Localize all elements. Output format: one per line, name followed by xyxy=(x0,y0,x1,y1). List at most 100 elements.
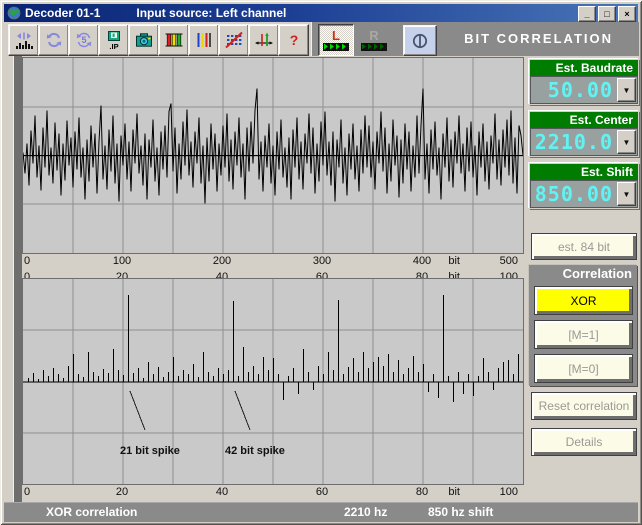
est-baudrate-panel: Est. Baudrate 50.00 ▼ xyxy=(529,59,639,105)
correlation-panel: Correlation XOR [M=1] [M=0] xyxy=(529,265,637,386)
m0-button[interactable]: [M=0] xyxy=(534,354,633,383)
minimize-button[interactable]: _ xyxy=(578,6,596,22)
axis-tick: 60 xyxy=(316,486,328,498)
spike-annotation: 21 bit spike xyxy=(120,445,180,457)
status-shift: 850 hz shift xyxy=(428,505,493,519)
help-icon: ? xyxy=(284,30,304,50)
left-channel-label: L xyxy=(332,30,340,42)
status-center-freq: 2210 hz xyxy=(344,505,387,519)
right-channel-button[interactable]: R xyxy=(356,24,392,56)
axis-tick: 100 xyxy=(500,486,518,498)
axis-unit-label: bit xyxy=(448,271,460,278)
status-mode: XOR correlation xyxy=(46,505,137,519)
svg-text:?: ? xyxy=(289,32,298,48)
details-button[interactable]: Details xyxy=(531,428,637,456)
right-channel-icon xyxy=(361,43,387,51)
chevron-down-icon[interactable]: ▼ xyxy=(617,182,636,206)
phase-circle-icon xyxy=(410,31,430,51)
svg-text:5: 5 xyxy=(81,35,86,45)
close-button[interactable]: × xyxy=(618,6,636,22)
axis-tick: 20 xyxy=(116,486,128,498)
camera-icon xyxy=(134,30,154,50)
axis-tick: 40 xyxy=(216,486,228,498)
spike-annotation: 42 bit spike xyxy=(225,445,285,457)
axis-unit-label: bit xyxy=(448,486,460,498)
est-shift-label: Est. Shift xyxy=(530,164,638,180)
toolbar-refresh-button[interactable] xyxy=(38,24,69,56)
window-title: Decoder 01-1 xyxy=(25,6,100,20)
toolbar: 5 .IP xyxy=(4,22,638,56)
chart-line xyxy=(235,391,250,430)
spectral-lines-icon xyxy=(194,30,214,50)
chart-panel-edge xyxy=(13,56,22,502)
axis-tick: 100 xyxy=(113,255,131,267)
est-center-combo[interactable]: 2210.0 ▼ xyxy=(530,128,638,156)
spectrum-icon xyxy=(14,30,34,50)
axis-unit-label: bit xyxy=(448,255,460,267)
toolbar-help-button[interactable]: ? xyxy=(278,24,309,56)
est-center-panel: Est. Center 2210.0 ▼ xyxy=(529,111,639,157)
axis-tick: 80 xyxy=(416,486,428,498)
toolbar-spectrum-button[interactable] xyxy=(8,24,39,56)
svg-text:.IP: .IP xyxy=(109,42,118,50)
toolbar-camera-button[interactable] xyxy=(128,24,159,56)
axis-tick: 200 xyxy=(213,255,231,267)
axis-tick: 40 xyxy=(216,271,228,278)
grid-off-icon xyxy=(224,30,244,50)
axis-tick: 300 xyxy=(313,255,331,267)
xor-button[interactable]: XOR xyxy=(534,286,633,315)
toolbar-gray-panel: L R BIT CORRELATION xyxy=(311,22,639,56)
est-center-label: Est. Center xyxy=(530,112,638,128)
axis-tick: 400 xyxy=(413,255,431,267)
est-shift-combo[interactable]: 850.00 ▼ xyxy=(530,180,638,208)
maximize-button[interactable]: □ xyxy=(598,6,616,22)
chevron-down-icon[interactable]: ▼ xyxy=(617,78,636,102)
left-channel-icon xyxy=(323,43,349,51)
toolbar-colored-bars-button[interactable] xyxy=(158,24,189,56)
est-shift-panel: Est. Shift 850.00 ▼ xyxy=(529,163,639,209)
toolbar-marker-axis-button[interactable] xyxy=(248,24,279,56)
axis-tick: 60 xyxy=(316,271,328,278)
axis-tick: 0 xyxy=(24,271,30,278)
axis-tick: 20 xyxy=(116,271,128,278)
axis-tick: 0 xyxy=(24,255,30,267)
spike-correlation-chart: 21 bit spike 42 bit spike xyxy=(22,278,524,485)
left-channel-button[interactable]: L xyxy=(318,24,354,56)
colored-bars-icon xyxy=(164,30,184,50)
est-baudrate-value: 50.00 xyxy=(531,78,617,102)
bottom-chart-x-axis: 0 20 40 60 80 100 bit xyxy=(22,486,522,501)
input-source-label: Input source: Left channel xyxy=(136,6,286,20)
phase-button[interactable] xyxy=(403,25,437,56)
status-bar: XOR correlation 2210 hz 850 hz shift xyxy=(4,502,638,522)
axis-tick: 500 xyxy=(500,255,518,267)
globe-icon xyxy=(7,6,21,20)
chart-line xyxy=(130,391,145,430)
top-chart-x-axis: 0 100 200 300 400 500 bit xyxy=(22,255,522,270)
est-baudrate-label: Est. Baudrate xyxy=(530,60,638,76)
refresh-icon xyxy=(44,30,64,50)
est-baudrate-combo[interactable]: 50.00 ▼ xyxy=(530,76,638,104)
axis-tick: 80 xyxy=(416,271,428,278)
toolbar-grid-off-button[interactable] xyxy=(218,24,249,56)
right-channel-label: R xyxy=(369,30,378,42)
marker-axis-icon xyxy=(254,30,274,50)
toolbar-spectral-lines-button[interactable] xyxy=(188,24,219,56)
axis-tick: 100 xyxy=(500,271,518,278)
m1-button[interactable]: [M=1] xyxy=(534,320,633,349)
reset-correlation-button[interactable]: Reset correlation xyxy=(531,392,637,420)
title-bar[interactable]: Decoder 01-1 Input source: Left channel … xyxy=(4,4,638,22)
save-ip-icon: .IP xyxy=(104,30,124,50)
clipped-axis-row: 0 20 40 60 80 100 bit xyxy=(22,271,522,278)
decoder-window: Decoder 01-1 Input source: Left channel … xyxy=(0,0,642,525)
chevron-down-icon[interactable]: ▼ xyxy=(617,130,636,154)
page-title: BIT CORRELATION xyxy=(464,22,613,56)
est-center-value: 2210.0 xyxy=(531,130,617,154)
top-correlation-chart xyxy=(22,57,524,254)
est-84-bit-button[interactable]: est. 84 bit xyxy=(531,233,637,260)
est-shift-value: 850.00 xyxy=(531,182,617,206)
axis-tick: 0 xyxy=(24,486,30,498)
refresh-5-icon: 5 xyxy=(74,30,94,50)
correlation-panel-title: Correlation xyxy=(529,265,637,283)
toolbar-refresh-5-button[interactable]: 5 xyxy=(68,24,99,56)
toolbar-save-ip-button[interactable]: .IP xyxy=(98,24,129,56)
